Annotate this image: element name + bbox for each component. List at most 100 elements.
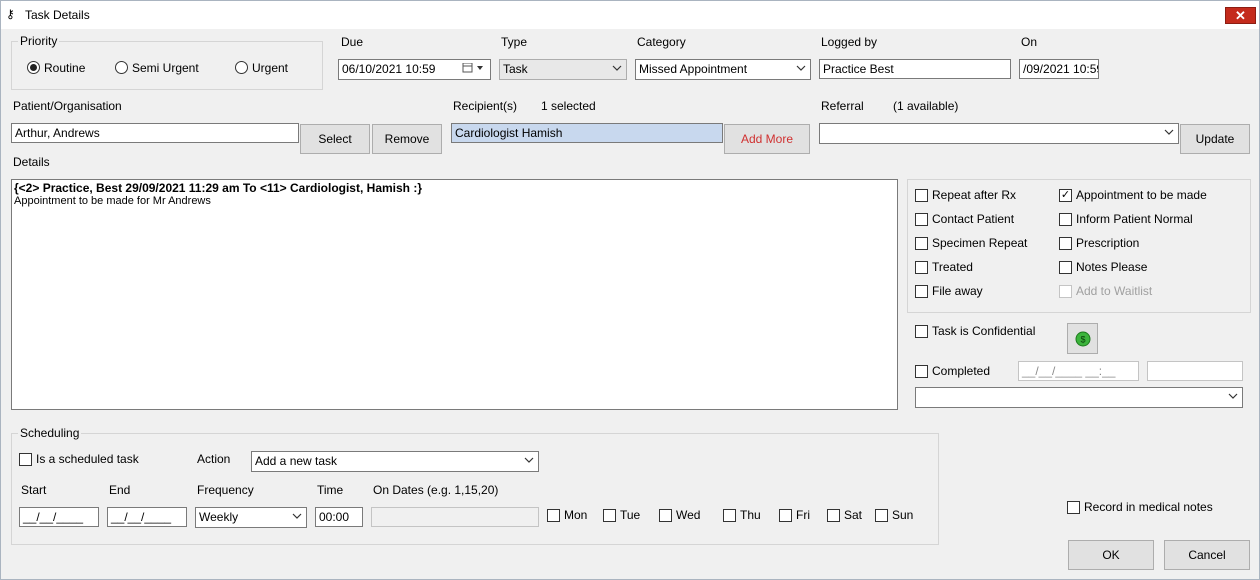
add-to-waitlist-label: Add to Waitlist [1076,284,1153,298]
dollar-coin-icon: $ [1075,331,1090,347]
action-label: Action [197,452,231,466]
completed-label: Completed [932,364,991,378]
priority-urgent-label: Urgent [252,61,289,75]
day-fri-label: Fri [796,508,810,522]
day-sun-checkbox[interactable] [875,509,888,522]
chevron-down-icon [796,65,806,71]
notes-please-label: Notes Please [1076,260,1148,274]
notes-please-checkbox[interactable] [1059,261,1072,274]
chevron-down-icon [1228,393,1238,399]
priority-routine-radio[interactable] [27,61,40,74]
repeat-after-rx-checkbox[interactable] [915,189,928,202]
select-patient-button[interactable]: Select [300,124,370,154]
time-label: Time [317,483,344,497]
completed-date-field: __/__/____ __:__ [1018,361,1139,381]
is-scheduled-checkbox[interactable] [19,453,32,466]
priority-semi-urgent-label: Semi Urgent [132,61,199,75]
priority-group-label: Priority [18,34,60,48]
recipients-count: 1 selected [541,99,596,113]
remove-patient-button[interactable]: Remove [372,124,442,154]
frequency-select[interactable]: Weekly [195,507,307,528]
referral-select[interactable] [819,123,1179,144]
add-to-waitlist-checkbox [1059,285,1072,298]
contact-patient-label: Contact Patient [932,212,1015,226]
frequency-label: Frequency [197,483,254,497]
specimen-repeat-label: Specimen Repeat [932,236,1028,250]
ok-button[interactable]: OK [1068,540,1154,570]
day-fri-checkbox[interactable] [779,509,792,522]
type-select[interactable]: Task [499,59,627,80]
window-title: Task Details [25,8,90,22]
details-label: Details [13,155,50,169]
day-mon-checkbox[interactable] [547,509,560,522]
time-field[interactable]: 00:00 [315,507,363,527]
calendar-dropdown-icon[interactable] [462,63,486,73]
prescription-label: Prescription [1076,236,1140,250]
chevron-down-icon [1164,129,1174,135]
inform-patient-normal-checkbox[interactable] [1059,213,1072,226]
contact-patient-checkbox[interactable] [915,213,928,226]
confidential-coin-button[interactable]: $ [1067,323,1098,354]
type-value: Task [503,62,528,76]
action-select[interactable]: Add a new task [251,451,539,472]
completed-by-select[interactable] [915,387,1243,408]
add-more-recipients-button[interactable]: Add More [724,124,810,154]
treated-checkbox[interactable] [915,261,928,274]
day-sun-label: Sun [892,508,914,522]
logged-by-field[interactable]: Practice Best [819,59,1011,79]
patient-field[interactable]: Arthur, Andrews [11,123,299,143]
start-label: Start [21,483,47,497]
details-body-line: Appointment to be made for Mr Andrews [14,195,211,207]
is-scheduled-label: Is a scheduled task [36,452,139,466]
end-label: End [109,483,131,497]
record-in-notes-label: Record in medical notes [1084,500,1213,514]
day-tue-label: Tue [620,508,641,522]
referral-available: (1 available) [893,99,959,113]
day-sat-label: Sat [844,508,863,522]
treated-label: Treated [932,260,973,274]
category-select[interactable]: Missed Appointment [635,59,811,80]
details-textarea[interactable]: {<2> Practice, Best 29/09/2021 11:29 am … [11,179,898,410]
day-mon-label: Mon [564,508,588,522]
day-wed-label: Wed [676,508,701,522]
confidential-checkbox[interactable] [915,325,928,338]
key-icon: ⚷ [6,7,15,21]
close-button[interactable]: ✕ [1225,7,1256,24]
priority-semi-urgent-radio[interactable] [115,61,128,74]
day-wed-checkbox[interactable] [659,509,672,522]
repeat-after-rx-label: Repeat after Rx [932,188,1017,202]
due-value: 06/10/2021 10:59 [342,62,436,76]
end-date-field[interactable]: __/__/____ [107,507,187,527]
file-away-checkbox[interactable] [915,285,928,298]
file-away-label: File away [932,284,983,298]
on-label: On [1021,35,1038,49]
on-dates-field [371,507,539,527]
chevron-down-icon [292,513,302,519]
on-field[interactable]: /09/2021 10:59 [1019,59,1099,79]
recipients-label: Recipient(s) [453,99,518,113]
completed-checkbox[interactable] [915,365,928,378]
due-datetime-picker[interactable]: 06/10/2021 10:59 [338,59,491,80]
appointment-to-be-made-label: Appointment to be made [1076,188,1207,202]
title-bar: ⚷ Task Details ✕ [1,1,1259,29]
prescription-checkbox[interactable] [1059,237,1072,250]
day-thu-checkbox[interactable] [723,509,736,522]
start-date-field[interactable]: __/__/____ [19,507,99,527]
day-thu-label: Thu [740,508,761,522]
recipients-field[interactable]: Cardiologist Hamish [451,123,723,143]
on-dates-label: On Dates (e.g. 1,15,20) [373,483,499,497]
day-sat-checkbox[interactable] [827,509,840,522]
details-header-line: {<2> Practice, Best 29/09/2021 11:29 am … [14,181,422,195]
priority-routine-label: Routine [44,61,86,75]
priority-urgent-radio[interactable] [235,61,248,74]
record-in-notes-checkbox[interactable] [1067,501,1080,514]
day-tue-checkbox[interactable] [603,509,616,522]
frequency-value: Weekly [199,510,239,524]
cancel-button[interactable]: Cancel [1164,540,1250,570]
completed-extra-field [1147,361,1243,381]
update-referral-button[interactable]: Update [1180,124,1250,154]
chevron-down-icon [612,65,622,71]
appointment-to-be-made-checkbox[interactable]: ✓ [1059,189,1072,202]
specimen-repeat-checkbox[interactable] [915,237,928,250]
referral-label: Referral [821,99,864,113]
